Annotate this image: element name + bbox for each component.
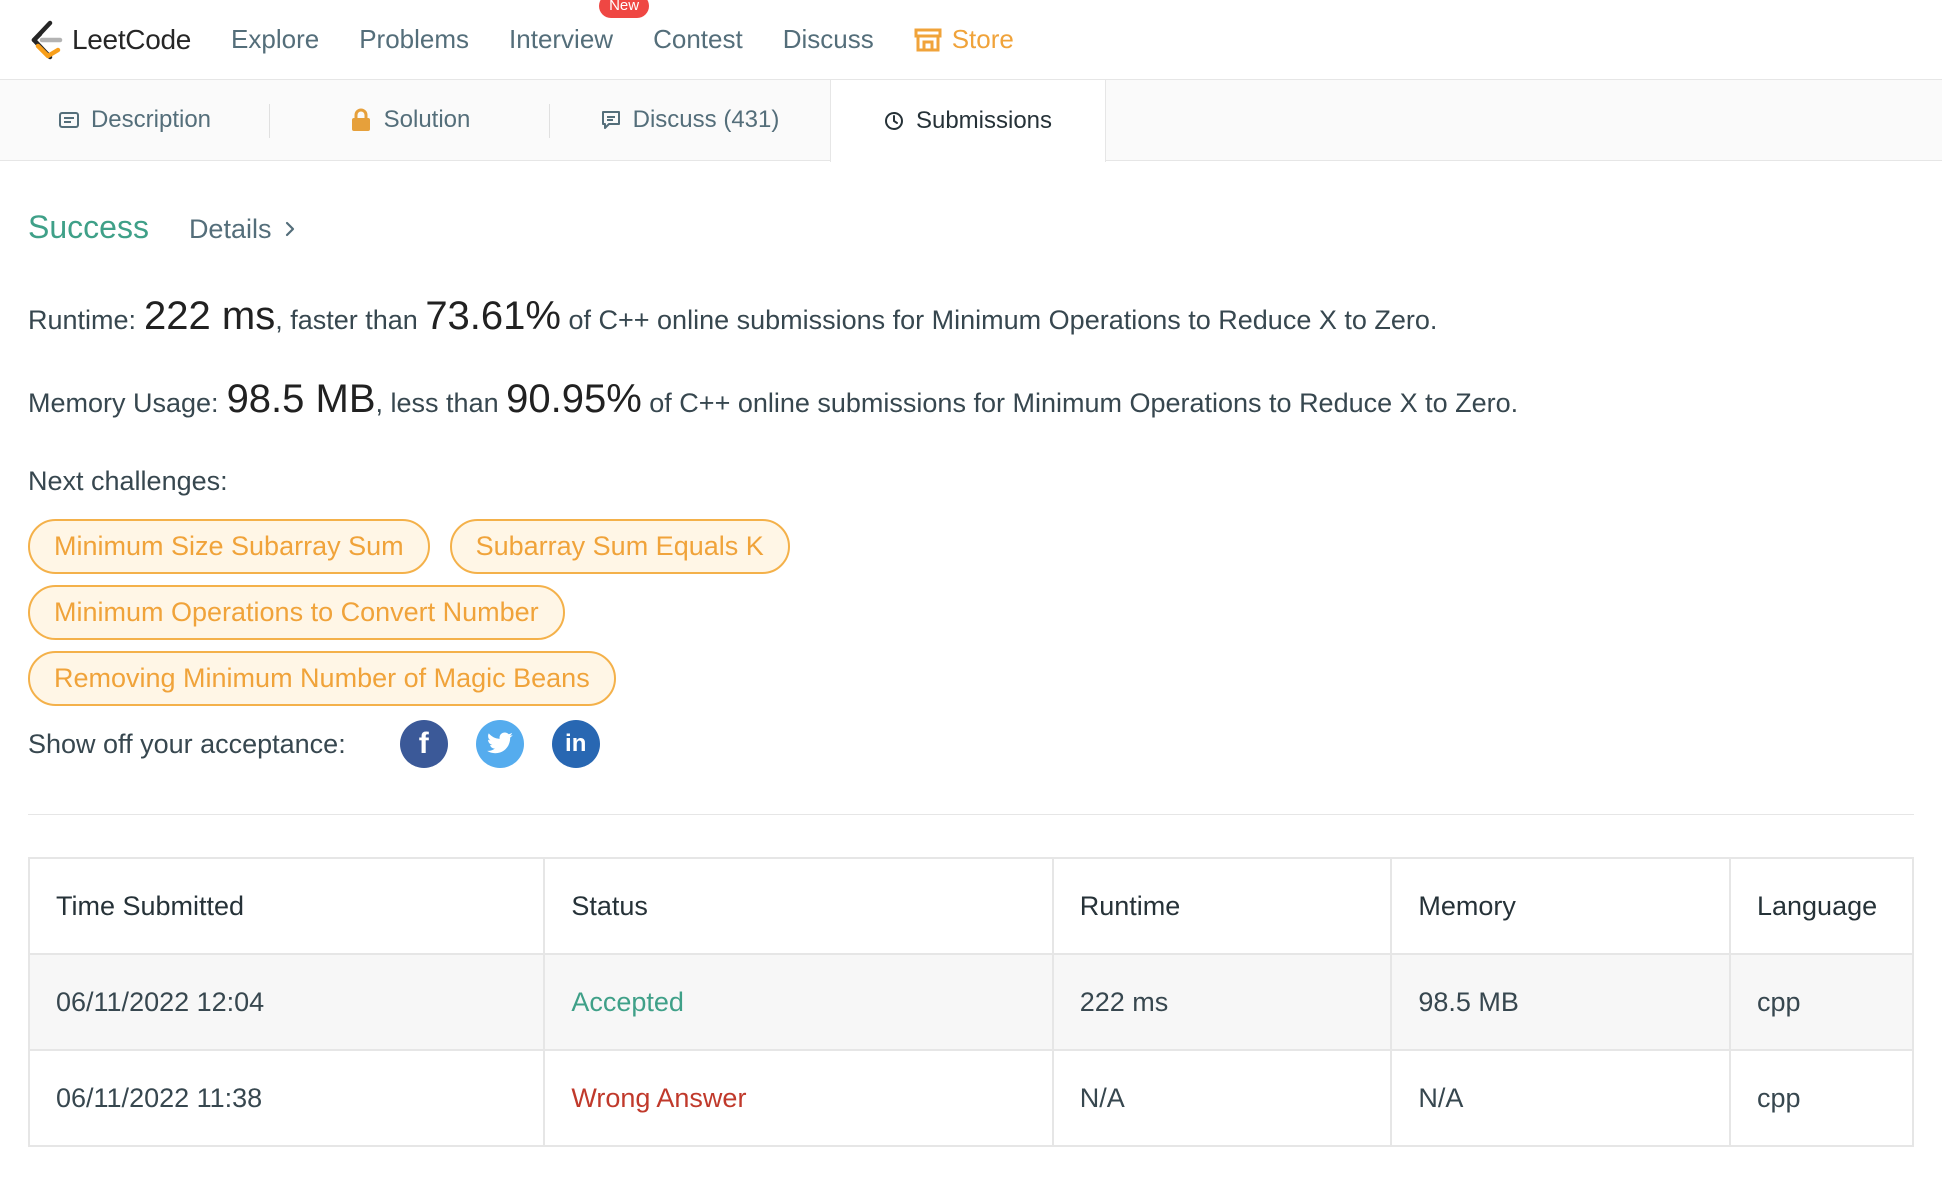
- tab-discuss[interactable]: Discuss (431): [550, 80, 830, 160]
- runtime-label: Runtime:: [28, 305, 137, 335]
- submissions-table: Time Submitted Status Runtime Memory Lan…: [27, 857, 1915, 1147]
- header-time-submitted[interactable]: Time Submitted: [27, 857, 546, 955]
- share-row: Show off your acceptance: f in: [28, 720, 1914, 768]
- header-status[interactable]: Status: [543, 857, 1054, 955]
- nav-discuss[interactable]: Discuss: [783, 24, 874, 55]
- description-icon: [58, 112, 79, 128]
- cell-time: 06/11/2022 11:38: [27, 1049, 546, 1147]
- tab-solution-label: Solution: [383, 106, 471, 133]
- runtime-summary: Runtime: 222 ms , faster than 73.61% of …: [28, 294, 1914, 339]
- cell-memory: 98.5 MB: [1390, 953, 1731, 1051]
- brand-name: LeetCode: [72, 23, 192, 55]
- nav-store[interactable]: Store: [914, 24, 1014, 55]
- table-row: 06/11/2022 11:38 Wrong Answer N/A N/A cp…: [27, 1049, 1915, 1147]
- status-row: Success Details: [28, 209, 1914, 246]
- new-badge: New: [599, 0, 650, 18]
- nav-interview-label: Interview: [509, 24, 614, 54]
- tab-solution[interactable]: Solution: [270, 80, 550, 160]
- discuss-icon: [601, 110, 621, 130]
- header-runtime[interactable]: Runtime: [1051, 857, 1393, 955]
- cell-memory: N/A: [1390, 1049, 1731, 1147]
- facebook-icon[interactable]: f: [399, 720, 448, 768]
- linkedin-icon[interactable]: in: [551, 720, 600, 768]
- details-label: Details: [188, 214, 272, 244]
- share-label: Show off your acceptance:: [28, 728, 346, 759]
- challenge-chip[interactable]: Removing Minimum Number of Magic Beans: [28, 651, 616, 706]
- nav-problems[interactable]: Problems: [359, 24, 469, 55]
- runtime-percentile: 73.61%: [425, 294, 561, 338]
- status-accepted-link[interactable]: Accepted: [571, 987, 684, 1017]
- cell-language: cpp: [1728, 1049, 1915, 1147]
- leetcode-logo-icon: [31, 20, 63, 59]
- status-wrong-answer-link[interactable]: Wrong Answer: [571, 1083, 746, 1113]
- tab-description[interactable]: Description: [0, 80, 270, 160]
- runtime-value: 222 ms: [144, 294, 276, 338]
- details-link[interactable]: Details: [189, 214, 296, 245]
- twitter-icon[interactable]: [475, 720, 524, 768]
- nav-store-label: Store: [951, 24, 1014, 54]
- tab-discuss-label: Discuss (431): [632, 106, 780, 133]
- tab-submissions-label: Submissions: [915, 107, 1053, 134]
- cell-status: Wrong Answer: [543, 1049, 1054, 1147]
- memory-value: 98.5 MB: [226, 377, 376, 421]
- top-navigation: LeetCode Explore Problems Interview New …: [0, 0, 1942, 80]
- status-success: Success: [28, 209, 149, 245]
- submission-result: Success Details Runtime: 222 ms , faster…: [0, 209, 1942, 1147]
- cell-time: 06/11/2022 12:04: [27, 953, 546, 1051]
- nav-contest[interactable]: Contest: [653, 24, 743, 55]
- cell-runtime: N/A: [1051, 1049, 1393, 1147]
- tab-submissions[interactable]: Submissions: [830, 80, 1106, 162]
- clock-icon: [884, 111, 904, 131]
- runtime-mid: , faster than: [275, 305, 426, 335]
- cell-language: cpp: [1728, 953, 1915, 1051]
- challenge-chip[interactable]: Minimum Size Subarray Sum: [28, 519, 430, 574]
- next-challenges-label: Next challenges:: [28, 466, 228, 496]
- tab-description-label: Description: [90, 106, 212, 133]
- lock-icon: [350, 108, 372, 132]
- chevron-right-icon: [285, 217, 295, 243]
- nav-interview[interactable]: Interview New: [509, 0, 650, 55]
- leetcode-logo[interactable]: LeetCode: [28, 20, 191, 60]
- cell-runtime: 222 ms: [1051, 953, 1393, 1051]
- memory-tail: of C++ online submissions for Minimum Op…: [641, 388, 1519, 418]
- nav-explore[interactable]: Explore: [231, 24, 319, 55]
- store-icon: [914, 28, 942, 51]
- memory-summary: Memory Usage: 98.5 MB , less than 90.95%…: [28, 377, 1914, 422]
- memory-mid: , less than: [375, 388, 507, 418]
- header-memory[interactable]: Memory: [1390, 857, 1731, 955]
- table-header-row: Time Submitted Status Runtime Memory Lan…: [27, 857, 1915, 955]
- header-language[interactable]: Language: [1728, 857, 1915, 955]
- runtime-tail: of C++ online submissions for Minimum Op…: [560, 305, 1438, 335]
- table-row: 06/11/2022 12:04 Accepted 222 ms 98.5 MB…: [27, 953, 1915, 1051]
- memory-percentile: 90.95%: [506, 377, 642, 421]
- challenge-chip[interactable]: Subarray Sum Equals K: [449, 519, 790, 574]
- problem-tabs: Description Solution Discuss (431) Submi…: [0, 80, 1942, 162]
- memory-label: Memory Usage:: [28, 388, 219, 418]
- section-divider: [28, 814, 1914, 815]
- next-challenges: Minimum Size Subarray Sum Subarray Sum E…: [28, 519, 1914, 706]
- challenge-chip[interactable]: Minimum Operations to Convert Number: [28, 585, 565, 640]
- cell-status: Accepted: [543, 953, 1054, 1051]
